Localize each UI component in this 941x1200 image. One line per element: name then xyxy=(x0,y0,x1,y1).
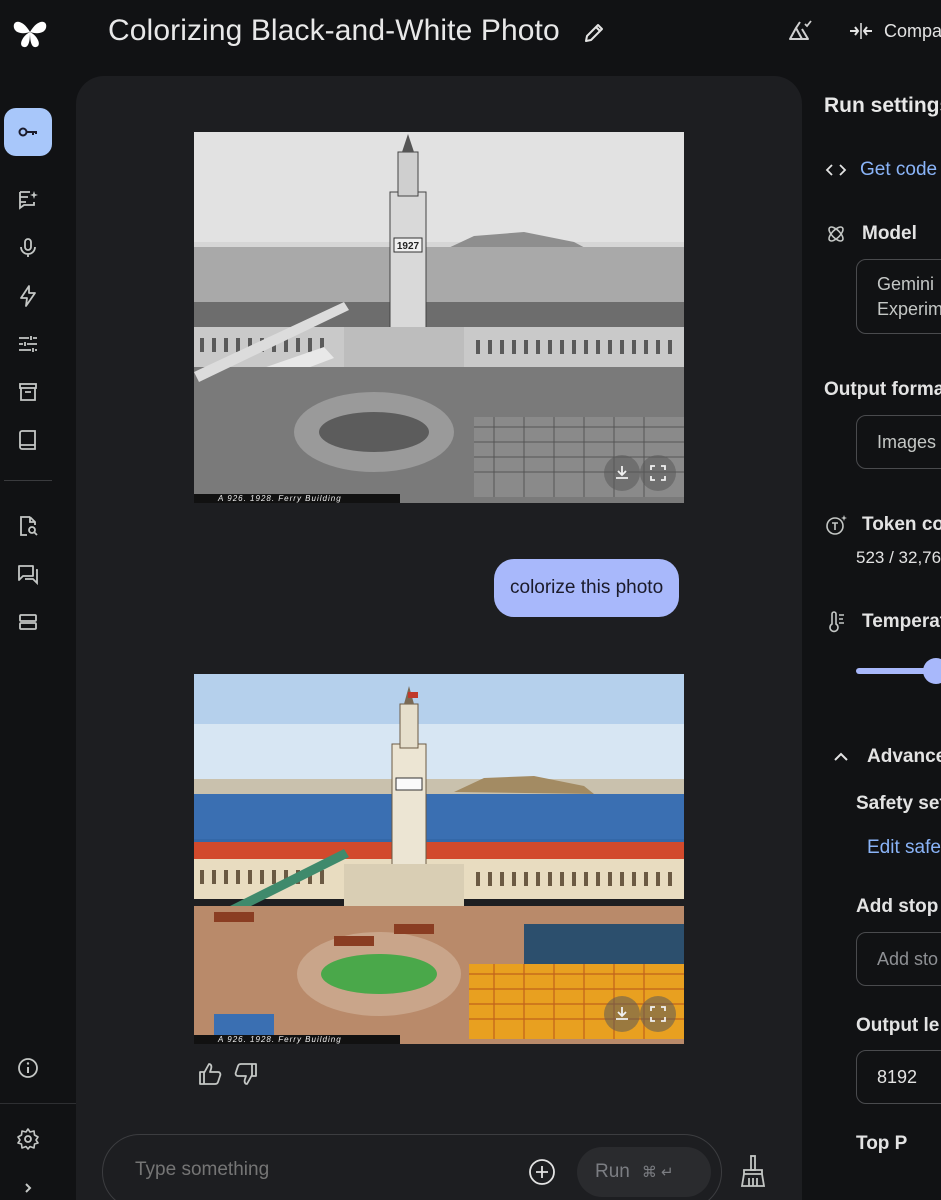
page-title: Colorizing Black-and-White Photo xyxy=(108,14,560,47)
code-icon xyxy=(825,164,847,176)
temperature-slider-thumb[interactable] xyxy=(923,658,941,684)
search-document-icon xyxy=(20,516,38,536)
output-length-input[interactable]: 8192 xyxy=(856,1050,941,1104)
app-logo-icon[interactable] xyxy=(10,12,50,52)
bolt-icon xyxy=(20,285,36,307)
nav-library[interactable] xyxy=(4,368,52,416)
nav-chat-prompt[interactable] xyxy=(4,176,52,224)
run-button[interactable]: Run ⌘ ↵ xyxy=(577,1147,711,1197)
run-settings-title: Run settings xyxy=(824,94,941,117)
token-count-label: Token co xyxy=(862,514,941,535)
advanced-settings-toggle[interactable]: Advance xyxy=(829,745,941,769)
chevron-up-icon xyxy=(834,752,848,761)
thermometer-icon xyxy=(829,611,844,633)
output-length-label: Output le xyxy=(856,1015,940,1036)
storage-icon xyxy=(19,614,37,630)
thumbs-up-icon[interactable] xyxy=(196,1060,224,1088)
nav-settings[interactable] xyxy=(4,1115,52,1163)
compare-button[interactable]: Compa xyxy=(848,20,941,42)
user-message-bubble: colorize this photo xyxy=(494,559,680,617)
get-code-label: Get code xyxy=(860,159,938,180)
output-length-value: 8192 xyxy=(877,1066,918,1087)
run-shortcut: ⌘ ↵ xyxy=(641,1164,674,1181)
book-icon xyxy=(19,430,36,450)
forum-icon xyxy=(18,565,38,586)
rail-divider xyxy=(4,480,52,481)
chevron-right-icon xyxy=(25,1183,32,1193)
edit-safety-settings-link[interactable]: Edit safe xyxy=(867,837,941,859)
token-count-value: 523 / 32,76 xyxy=(856,548,941,567)
download-input-button[interactable] xyxy=(604,455,640,491)
ferry-building-bw-image: 1927 xyxy=(194,132,684,503)
prompt-composer: Run ⌘ ↵ xyxy=(102,1134,722,1200)
output-format-select[interactable]: Images xyxy=(856,415,941,469)
rail-bottom-divider xyxy=(0,1103,76,1104)
chat-panel: 1927 A 926. 1928. Ferry Building coloriz… xyxy=(76,76,802,1200)
output-format-label: Output forma xyxy=(824,379,941,400)
get-code-link[interactable]: Get code xyxy=(824,158,937,182)
clock-label: 1927 xyxy=(397,241,420,252)
nav-get-api-key[interactable] xyxy=(4,108,52,156)
drive-save-icon[interactable] xyxy=(786,18,814,46)
nav-more[interactable] xyxy=(4,598,52,646)
model-label-row: Model xyxy=(824,222,917,246)
download-output-button[interactable] xyxy=(604,996,640,1032)
temperature-row: Temperat xyxy=(824,610,941,634)
nav-expand[interactable] xyxy=(4,1164,52,1200)
temperature-label: Temperat xyxy=(862,611,941,632)
advanced-label: Advance xyxy=(867,746,941,767)
run-label: Run xyxy=(595,1161,630,1182)
top-bar: Colorizing Black-and-White Photo Compa xyxy=(0,0,941,70)
photo-caption: A 926. 1928. Ferry Building xyxy=(194,494,400,503)
nav-prompt-gallery[interactable] xyxy=(4,416,52,464)
model-label: Model xyxy=(862,223,917,244)
edit-title-icon[interactable] xyxy=(582,21,606,45)
fullscreen-input-button[interactable] xyxy=(640,455,676,491)
add-media-button[interactable] xyxy=(527,1157,557,1187)
top-p-label: Top P xyxy=(856,1133,908,1154)
prompt-input[interactable] xyxy=(135,1159,435,1181)
model-value-line1: Gemini xyxy=(877,273,935,294)
fullscreen-output-button[interactable] xyxy=(640,996,676,1032)
nav-stream[interactable] xyxy=(4,224,52,272)
fullscreen-icon xyxy=(650,465,666,481)
add-stop-label: Add stop xyxy=(856,896,939,917)
microphone-icon xyxy=(20,238,36,257)
info-icon xyxy=(18,1058,38,1078)
run-settings-panel: Run settings Get code Model Gemini Exper… xyxy=(803,70,941,1200)
left-nav-rail xyxy=(0,70,76,1200)
nav-forum[interactable] xyxy=(4,550,52,598)
key-icon xyxy=(18,127,37,137)
token-count-row: Token co xyxy=(824,513,941,537)
nav-documentation[interactable] xyxy=(4,502,52,550)
thumbs-down-icon[interactable] xyxy=(232,1060,260,1088)
input-photo[interactable]: 1927 A 926. 1928. Ferry Building xyxy=(194,132,684,503)
output-format-value: Images xyxy=(877,431,937,452)
compare-label: Compa xyxy=(884,20,941,41)
model-value-line2: Experim xyxy=(877,298,941,319)
download-icon xyxy=(616,466,628,479)
output-photo[interactable]: A 926. 1928. Ferry Building xyxy=(194,674,684,1044)
nav-starter-apps[interactable] xyxy=(4,272,52,320)
fullscreen-icon xyxy=(650,1006,666,1022)
add-stop-placeholder: Add sto xyxy=(877,948,939,969)
ferry-building-colorized-image xyxy=(194,674,684,1044)
archive-icon xyxy=(19,383,37,401)
model-icon xyxy=(828,226,844,242)
safety-settings-label: Safety set xyxy=(856,793,941,814)
settings-icon xyxy=(17,1128,39,1150)
compare-icon xyxy=(850,23,872,39)
nav-tune-model[interactable] xyxy=(4,320,52,368)
add-stop-input[interactable]: Add sto xyxy=(856,932,941,986)
chat-spark-icon xyxy=(19,191,38,210)
download-icon xyxy=(616,1007,628,1020)
nav-info[interactable] xyxy=(4,1044,52,1092)
clear-chat-icon[interactable] xyxy=(738,1154,768,1188)
tune-icon xyxy=(19,336,37,352)
model-select[interactable]: Gemini Experim xyxy=(856,259,941,334)
photo-caption: A 926. 1928. Ferry Building xyxy=(194,1035,400,1044)
token-count-icon xyxy=(826,515,847,535)
